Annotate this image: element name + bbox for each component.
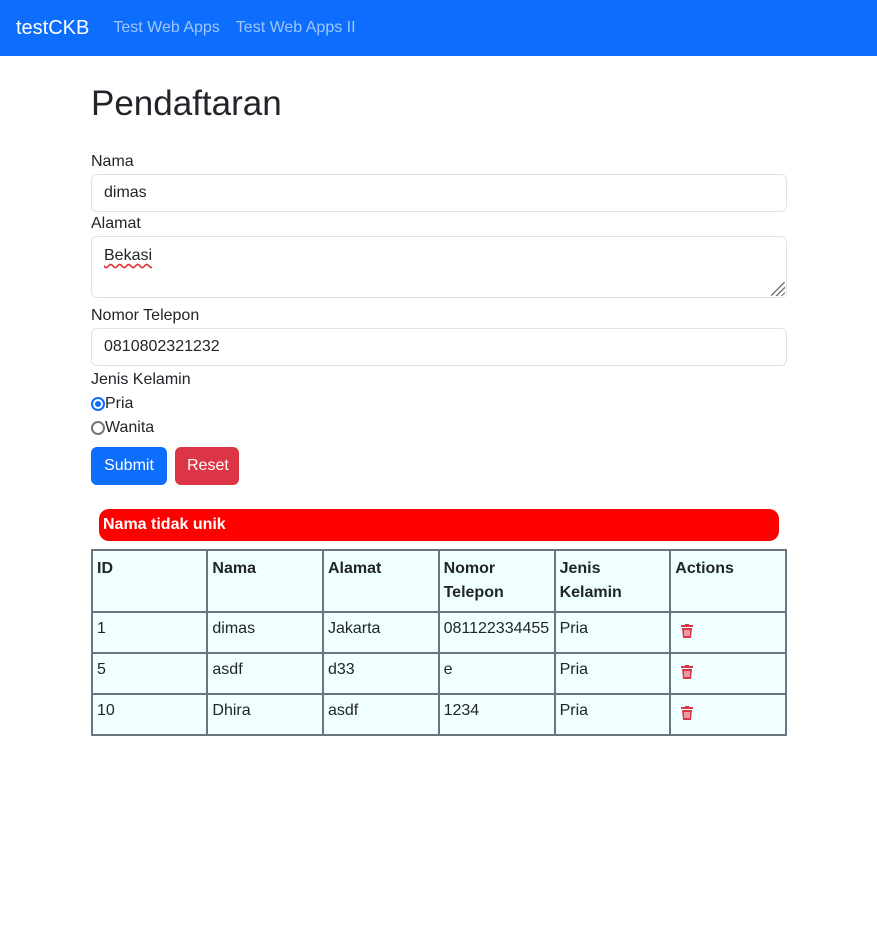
header-nama: Nama <box>206 549 324 613</box>
cell-jenis-kelamin: Pria <box>553 693 672 736</box>
cell-id: 1 <box>90 611 209 654</box>
table-row: 1 dimas Jakarta 081122334455 Pria <box>90 611 787 654</box>
table-header-row: ID Nama Alamat Nomor Telepon Jenis Kelam… <box>90 549 787 613</box>
alamat-textarea-wrapper: Bekasi <box>91 236 787 298</box>
data-table: ID Nama Alamat Nomor Telepon Jenis Kelam… <box>90 549 787 736</box>
cell-nama: asdf <box>206 652 324 695</box>
header-alamat: Alamat <box>321 549 440 613</box>
cell-actions <box>669 652 787 695</box>
cell-nama: Dhira <box>206 693 324 736</box>
radio-option-pria[interactable]: Pria <box>91 392 787 416</box>
page-title: Pendaftaran <box>91 84 282 123</box>
trash-icon[interactable] <box>681 663 694 679</box>
cell-telepon: e <box>437 652 556 695</box>
radio-option-wanita[interactable]: Wanita <box>91 416 787 440</box>
cell-alamat: asdf <box>321 693 440 736</box>
radio-pria[interactable] <box>91 397 105 411</box>
reset-button[interactable]: Reset <box>175 447 239 485</box>
cell-jenis-kelamin: Pria <box>553 652 672 695</box>
telepon-input[interactable] <box>91 328 787 366</box>
cell-telepon: 1234 <box>437 693 556 736</box>
nav-link-test-web-apps[interactable]: Test Web Apps <box>113 19 219 37</box>
alamat-text: Bekasi <box>104 247 153 264</box>
table-row: 5 asdf d33 e Pria <box>90 652 787 695</box>
cell-jenis-kelamin: Pria <box>553 611 672 654</box>
cell-actions <box>669 693 787 736</box>
nama-input[interactable] <box>91 174 787 212</box>
header-actions: Actions <box>669 549 787 613</box>
cell-alamat: d33 <box>321 652 440 695</box>
main-container: Pendaftaran Nama Alamat Bekasi Nomor Tel… <box>90 56 787 736</box>
navbar: testCKB Test Web Apps Test Web Apps II <box>0 0 877 56</box>
cell-id: 5 <box>90 652 209 695</box>
alamat-label: Alamat <box>91 215 141 232</box>
trash-icon[interactable] <box>681 704 694 720</box>
radio-pria-label: Pria <box>105 395 134 412</box>
cell-nama: dimas <box>206 611 324 654</box>
cell-telepon: 081122334455 <box>437 611 556 654</box>
submit-button[interactable]: Submit <box>91 447 167 485</box>
registration-form: Nama Alamat Bekasi Nomor Telepon Jenis K… <box>91 150 787 485</box>
header-id: ID <box>90 549 209 613</box>
radio-wanita[interactable] <box>91 421 105 435</box>
table-row: 10 Dhira asdf 1234 Pria <box>90 693 787 736</box>
header-jenis-kelamin: Jenis Kelamin <box>553 549 672 613</box>
nama-label: Nama <box>91 153 134 170</box>
cell-actions <box>669 611 787 654</box>
error-alert: Nama tidak unik <box>99 509 779 541</box>
radio-wanita-label: Wanita <box>105 419 155 436</box>
cell-alamat: Jakarta <box>321 611 440 654</box>
nav-link-test-web-apps-ii[interactable]: Test Web Apps II <box>236 19 356 37</box>
form-buttons: Submit Reset <box>91 447 787 485</box>
header-nomor-telepon: Nomor Telepon <box>437 549 556 613</box>
cell-id: 10 <box>90 693 209 736</box>
trash-icon[interactable] <box>681 622 694 638</box>
alamat-textarea[interactable]: Bekasi <box>91 236 787 298</box>
jenis-kelamin-label: Jenis Kelamin <box>91 371 191 388</box>
telepon-label: Nomor Telepon <box>91 307 200 324</box>
brand-link[interactable]: testCKB <box>16 17 89 40</box>
resize-grip-icon[interactable] <box>771 282 785 296</box>
